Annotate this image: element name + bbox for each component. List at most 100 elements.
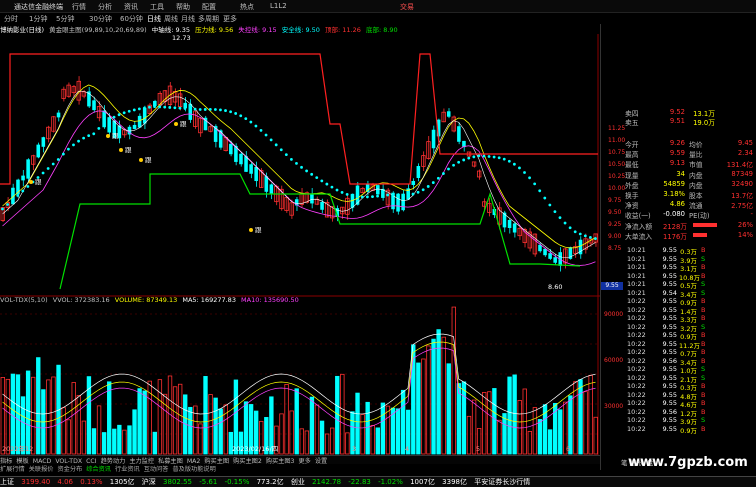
dot-line-point bbox=[153, 105, 156, 108]
cy-index-label[interactable]: 创业 bbox=[291, 478, 305, 486]
volume-axis-tick: 60000 bbox=[604, 357, 624, 364]
candle-body-down bbox=[553, 257, 557, 263]
dot-line-point bbox=[51, 162, 55, 166]
stat-row: 大单流入 1176万 14% bbox=[625, 231, 755, 241]
extension-tab[interactable]: 资金分布 bbox=[58, 466, 83, 473]
tab-60min[interactable]: 60分钟 bbox=[120, 14, 143, 24]
menu-quote[interactable]: 行情 bbox=[72, 2, 86, 12]
current-price-tag: 9.55 bbox=[601, 282, 623, 290]
extension-tab[interactable]: 扩展行情 bbox=[0, 466, 25, 473]
follow-mark-dot bbox=[174, 122, 178, 126]
dot-line-point bbox=[436, 176, 440, 180]
dot-line-point bbox=[487, 155, 491, 158]
tab-daily[interactable]: 日线 bbox=[147, 14, 161, 24]
tick-time: 10:22 bbox=[627, 390, 646, 399]
tab-more[interactable]: 更多 bbox=[223, 14, 237, 24]
extension-tab[interactable]: 互动问答 bbox=[144, 466, 169, 473]
dot-line-point bbox=[158, 105, 162, 109]
low-price-label: 8.60 bbox=[548, 283, 562, 291]
dot-line-point bbox=[41, 171, 45, 175]
ma5-value: MA5: 169277.83 bbox=[182, 296, 236, 304]
volume-bar bbox=[461, 381, 467, 455]
stat-row: 今开 9.26 均价 9.45 bbox=[625, 139, 755, 149]
stat-label: 大单流入 bbox=[625, 232, 653, 241]
menu-news[interactable]: 资讯 bbox=[124, 2, 138, 12]
tick-row: 10:22 9.55 4.8万 B bbox=[627, 390, 707, 401]
menu-hot[interactable]: 热点 bbox=[240, 2, 254, 12]
tick-price: 9.55 bbox=[662, 263, 677, 271]
dot-line-point bbox=[178, 106, 182, 110]
volume-bar bbox=[91, 428, 97, 455]
tick-side: B bbox=[701, 314, 706, 322]
follow-mark-label: 跟 bbox=[180, 120, 187, 128]
volume-bar bbox=[375, 427, 380, 455]
menu-help[interactable]: 帮助 bbox=[176, 2, 190, 12]
broker-news[interactable]: 平安证券长沙行情 bbox=[474, 478, 530, 486]
stat-row: 净流入额 2128万 26% bbox=[625, 221, 755, 231]
tick-time: 10:21 bbox=[627, 271, 646, 280]
stat-value2: 2.34 bbox=[737, 149, 753, 158]
extension-tab[interactable]: 综合资讯 bbox=[86, 466, 111, 473]
tab-multi[interactable]: 多周期 bbox=[198, 14, 219, 24]
tick-time: 10:22 bbox=[627, 365, 646, 373]
tick-side: S bbox=[701, 322, 706, 331]
dot-line-point bbox=[259, 128, 263, 132]
menu-analysis[interactable]: 分析 bbox=[98, 2, 112, 12]
menu-level[interactable]: L1L2 bbox=[270, 2, 287, 10]
tick-price: 9.55 bbox=[662, 331, 677, 339]
tick-side: B bbox=[701, 356, 706, 365]
menu-config[interactable]: 配置 bbox=[202, 2, 216, 12]
extension-tab[interactable]: 关联报价 bbox=[29, 466, 54, 473]
center-line: 中轴线: 9.35 bbox=[151, 26, 190, 34]
candle-body-down bbox=[92, 100, 96, 111]
candle-body-down bbox=[264, 176, 269, 192]
tab-weekly[interactable]: 周线 bbox=[164, 14, 178, 24]
other-amount: 3398亿 bbox=[442, 478, 467, 486]
tick-row: 10:22 9.55 3.2万 S bbox=[627, 322, 707, 333]
tab-5min[interactable]: 5分钟 bbox=[56, 14, 74, 24]
tick-time: 10:22 bbox=[627, 399, 646, 407]
tick-row: 10:21 9.54 3.4万 S bbox=[627, 289, 707, 299]
tick-time: 10:22 bbox=[627, 331, 646, 339]
sz-index-label[interactable]: 沪深 bbox=[142, 478, 156, 486]
dot-line-point bbox=[568, 226, 572, 230]
tick-side: B bbox=[701, 305, 706, 314]
candle-body-down bbox=[543, 248, 547, 256]
dot-line-point bbox=[132, 108, 136, 112]
stat-row: 外盘 54859 内盘 32490 bbox=[625, 180, 755, 190]
dot-line-point bbox=[127, 109, 131, 113]
dot-line-point bbox=[279, 148, 283, 152]
kline-chart[interactable]: 12.738.60跟跟跟跟跟跟2022年12 2023/02/16/四 3 4 5 6 bbox=[0, 34, 600, 455]
tick-row: 10:22 9.55 0.3万 B bbox=[627, 382, 707, 392]
dot-line-point bbox=[507, 159, 511, 163]
sh-index-label[interactable]: 上证 bbox=[0, 478, 14, 486]
dot-line-point bbox=[320, 179, 324, 183]
extension-tab[interactable]: 普及版功能说明 bbox=[173, 466, 216, 473]
tick-time: 10:22 bbox=[627, 339, 646, 348]
menu-trade[interactable]: 交易 bbox=[400, 2, 414, 12]
menu-tools[interactable]: 工具 bbox=[150, 2, 164, 12]
volume-bar bbox=[188, 406, 193, 455]
candle-body-down bbox=[132, 124, 137, 129]
dot-line-point bbox=[528, 176, 531, 180]
volume-bar bbox=[86, 376, 92, 455]
dot-line-point bbox=[583, 234, 587, 238]
dot-line-point bbox=[148, 105, 151, 109]
dot-line-point bbox=[543, 196, 547, 200]
extension-tab[interactable]: 行业资讯 bbox=[115, 466, 140, 473]
date-label: 6 bbox=[566, 445, 570, 453]
tab-30min[interactable]: 30分钟 bbox=[89, 14, 112, 24]
sz-index-amount: 773.2亿 bbox=[256, 478, 284, 486]
dot-line-point bbox=[289, 157, 293, 161]
dot-line-point bbox=[518, 166, 521, 170]
cy-index-amount: 1007亿 bbox=[410, 478, 435, 486]
stat-label: 换手 bbox=[625, 192, 639, 200]
stat-value2: 2.75亿 bbox=[731, 202, 753, 211]
tab-1min[interactable]: 1分钟 bbox=[29, 14, 47, 24]
watermark: www.7gpzb.com bbox=[628, 455, 748, 470]
dot-line-point bbox=[452, 163, 455, 167]
tab-monthly[interactable]: 月线 bbox=[181, 14, 195, 24]
stat-row: 最低 9.13 市值 131.4亿 bbox=[625, 159, 755, 169]
tick-time: 10:22 bbox=[627, 382, 646, 390]
tab-timeshare[interactable]: 分时 bbox=[4, 14, 18, 24]
